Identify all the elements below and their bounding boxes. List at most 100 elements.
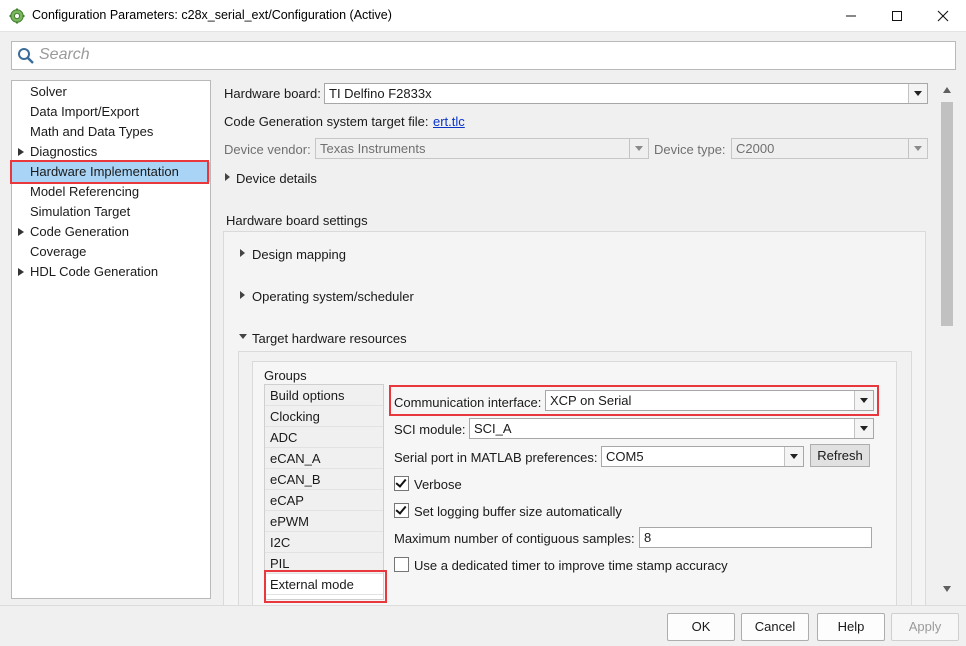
dropdown-button[interactable] — [854, 419, 873, 438]
chevron-down-icon — [914, 91, 922, 96]
sci-module-select[interactable]: SCI_A — [469, 418, 874, 439]
tree-item-coverage[interactable]: Coverage — [12, 242, 210, 262]
hardware-board-label: Hardware board: — [224, 86, 321, 101]
main-scrollbar[interactable] — [938, 80, 956, 599]
device-vendor-label: Device vendor: — [224, 142, 311, 157]
tree-item-label: Model Referencing — [30, 184, 140, 199]
group-item-ecan-b[interactable]: eCAN_B — [265, 469, 383, 490]
board-settings-title: Hardware board settings — [226, 213, 368, 228]
group-item-adc[interactable]: ADC — [265, 427, 383, 448]
chevron-down-icon — [860, 398, 868, 403]
dedicated-timer-checkbox[interactable] — [394, 557, 409, 572]
max-samples-input[interactable]: 8 — [639, 527, 872, 548]
serial-port-select[interactable]: COM5 — [601, 446, 804, 467]
search-field[interactable]: Search — [11, 41, 956, 70]
category-tree[interactable]: Solver Data Import/Export Math and Data … — [11, 80, 211, 599]
minimize-button[interactable] — [828, 0, 874, 32]
group-item-ecan-a[interactable]: eCAN_A — [265, 448, 383, 469]
device-details-toggle[interactable]: Device details — [236, 171, 317, 186]
tree-item-label: Data Import/Export — [30, 104, 140, 119]
refresh-button[interactable]: Refresh — [810, 444, 870, 467]
expand-arrow-icon[interactable] — [225, 173, 230, 181]
group-item-epwm[interactable]: ePWM — [265, 511, 383, 532]
title-bar: Configuration Parameters: c28x_serial_ex… — [0, 0, 966, 32]
design-mapping-toggle[interactable]: Design mapping — [252, 247, 346, 262]
expand-arrow-icon[interactable] — [240, 291, 245, 299]
groups-list[interactable]: Build options Clocking ADC eCAN_A eCAN_B… — [264, 384, 384, 600]
logging-buffer-checkbox[interactable] — [394, 503, 409, 518]
comm-interface-select[interactable]: XCP on Serial — [545, 390, 874, 411]
ok-button[interactable]: OK — [667, 613, 735, 641]
logging-buffer-label: Set logging buffer size automatically — [414, 504, 622, 519]
device-type-label: Device type: — [654, 142, 726, 157]
dropdown-button[interactable] — [908, 139, 927, 158]
search-placeholder: Search — [39, 46, 90, 63]
tree-item-label: Simulation Target — [30, 204, 131, 219]
tree-item-model-referencing[interactable]: Model Referencing — [12, 182, 210, 202]
target-file-link[interactable]: ert.tlc — [433, 114, 465, 129]
cancel-button[interactable]: Cancel — [741, 613, 809, 641]
device-vendor-select[interactable]: Texas Instruments — [315, 138, 649, 159]
hardware-board-select[interactable]: TI Delfino F2833x — [324, 83, 928, 104]
tree-item-label: Code Generation — [30, 224, 130, 239]
dropdown-button[interactable] — [784, 447, 803, 466]
serial-port-value: COM5 — [606, 449, 644, 464]
tree-item-math-data-types[interactable]: Math and Data Types — [12, 122, 210, 142]
close-icon — [937, 10, 949, 22]
tree-item-label: Diagnostics — [30, 144, 98, 159]
search-icon — [18, 48, 34, 64]
tree-item-label: Math and Data Types — [30, 124, 154, 139]
group-item-i2c[interactable]: I2C — [265, 532, 383, 553]
tree-item-code-generation[interactable]: Code Generation — [12, 222, 210, 242]
target-file-label: Code Generation system target file: — [224, 114, 429, 129]
expand-arrow-icon[interactable] — [18, 228, 24, 236]
dropdown-button[interactable] — [908, 84, 927, 103]
simulink-gear-icon — [9, 8, 25, 24]
tree-item-hdl-code-generation[interactable]: HDL Code Generation — [12, 262, 210, 282]
device-vendor-value: Texas Instruments — [320, 141, 426, 156]
collapse-arrow-icon[interactable] — [239, 334, 247, 339]
group-item-ecap[interactable]: eCAP — [265, 490, 383, 511]
scroll-down-icon[interactable] — [942, 585, 952, 593]
comm-interface-value: XCP on Serial — [550, 393, 632, 408]
sci-module-label: SCI module: — [394, 422, 466, 437]
max-samples-label: Maximum number of contiguous samples: — [394, 531, 635, 546]
scrollbar-thumb[interactable] — [941, 102, 953, 326]
scroll-up-icon[interactable] — [942, 86, 952, 94]
device-type-select[interactable]: C2000 — [731, 138, 928, 159]
hardware-board-value: TI Delfino F2833x — [329, 86, 432, 101]
os-scheduler-toggle[interactable]: Operating system/scheduler — [252, 289, 414, 304]
highlight-hardware-implementation — [10, 160, 209, 184]
target-resources-toggle[interactable]: Target hardware resources — [252, 331, 407, 346]
close-button[interactable] — [920, 0, 966, 32]
tree-item-simulation-target[interactable]: Simulation Target — [12, 202, 210, 222]
apply-button[interactable]: Apply — [891, 613, 959, 641]
tree-item-data-import-export[interactable]: Data Import/Export — [12, 102, 210, 122]
verbose-checkbox[interactable] — [394, 476, 409, 491]
serial-port-label: Serial port in MATLAB preferences: — [394, 450, 598, 465]
comm-interface-label: Communication interface: — [394, 395, 542, 410]
max-samples-value: 8 — [644, 530, 652, 545]
expand-arrow-icon[interactable] — [18, 148, 24, 156]
groups-title: Groups — [264, 368, 307, 383]
chevron-down-icon — [914, 146, 922, 151]
sci-module-value: SCI_A — [474, 421, 512, 436]
chevron-down-icon — [635, 146, 643, 151]
window-title: Configuration Parameters: c28x_serial_ex… — [32, 8, 392, 22]
expand-arrow-icon[interactable] — [18, 268, 24, 276]
chevron-down-icon — [790, 454, 798, 459]
group-item-build-options[interactable]: Build options — [265, 385, 383, 406]
dedicated-timer-label: Use a dedicated timer to improve time st… — [414, 558, 728, 573]
help-button[interactable]: Help — [817, 613, 885, 641]
tree-item-diagnostics[interactable]: Diagnostics — [12, 142, 210, 162]
group-item-clocking[interactable]: Clocking — [265, 406, 383, 427]
dropdown-button[interactable] — [629, 139, 648, 158]
expand-arrow-icon[interactable] — [240, 249, 245, 257]
maximize-button[interactable] — [874, 0, 920, 32]
dropdown-button[interactable] — [854, 391, 873, 410]
checkmark-icon — [395, 503, 407, 515]
minimize-icon — [846, 15, 856, 17]
highlight-external-mode — [264, 570, 387, 603]
tree-item-solver[interactable]: Solver — [12, 82, 210, 102]
tree-item-label: HDL Code Generation — [30, 264, 159, 279]
